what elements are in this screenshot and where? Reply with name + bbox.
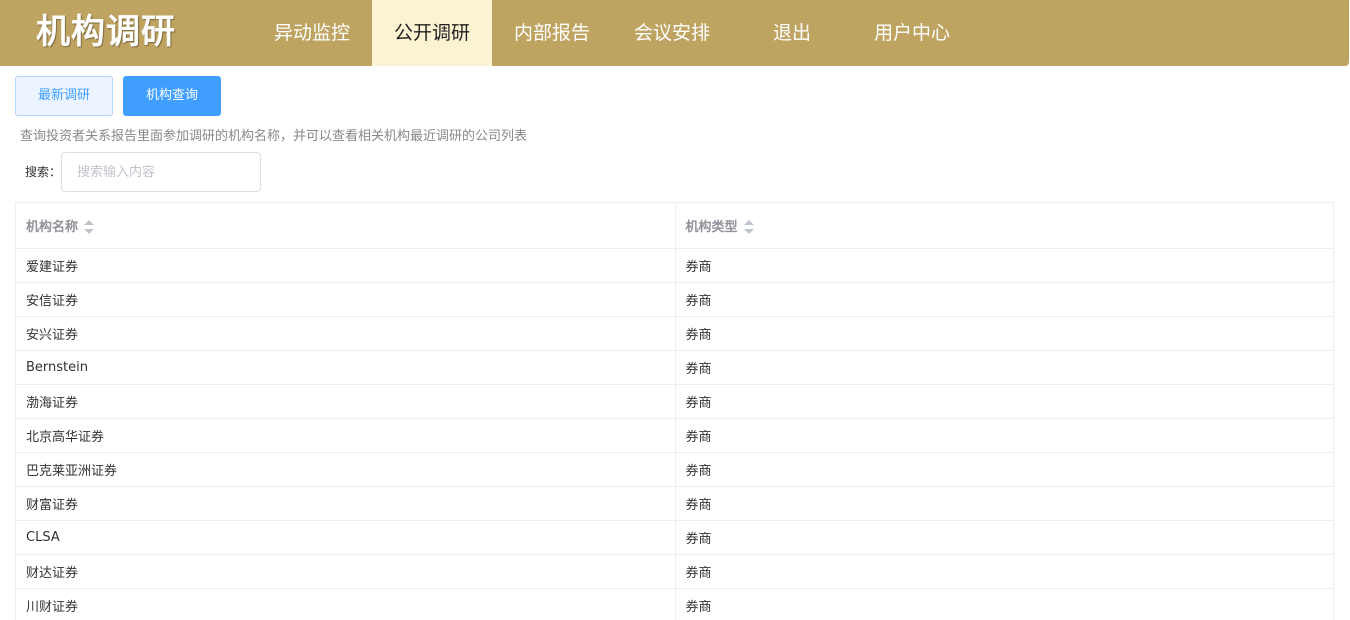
- nav-item-logout[interactable]: 退出: [732, 0, 852, 66]
- table-row[interactable]: 巴克莱亚洲证券 券商: [16, 452, 1333, 487]
- institution-type-cell: 券商: [675, 384, 1333, 419]
- nav-item-public-research[interactable]: 公开调研: [372, 0, 492, 66]
- institution-name-cell: Bernstein: [16, 350, 676, 385]
- institution-type-cell: 券商: [675, 486, 1333, 521]
- top-navigation-bar: 机构调研 异动监控 公开调研 内部报告 会议安排 退出 用户中心: [0, 0, 1349, 66]
- table-row[interactable]: 川财证券 券商: [16, 588, 1333, 620]
- institution-type-cell: 券商: [675, 452, 1333, 487]
- sort-icon[interactable]: [743, 220, 754, 235]
- nav-item-user-center[interactable]: 用户中心: [852, 0, 972, 66]
- latest-research-button[interactable]: 最新调研: [15, 76, 113, 116]
- institution-type-cell: 券商: [675, 418, 1333, 453]
- main-nav: 异动监控 公开调研 内部报告 会议安排 退出 用户中心: [252, 0, 972, 66]
- institution-name-cell: 川财证券: [16, 588, 676, 620]
- column-header-type[interactable]: 机构类型: [675, 203, 1333, 249]
- institution-name-cell: 巴克莱亚洲证券: [16, 452, 676, 487]
- table-row[interactable]: Bernstein 券商: [16, 350, 1333, 385]
- table-row[interactable]: 渤海证券 券商: [16, 384, 1333, 419]
- sort-icon[interactable]: [84, 220, 95, 235]
- institution-type-cell: 券商: [675, 350, 1333, 385]
- search-label: 搜索：: [25, 165, 62, 179]
- column-header-name[interactable]: 机构名称: [16, 203, 676, 249]
- institution-name-cell: 北京高华证券: [16, 418, 676, 453]
- table-row[interactable]: 北京高华证券 券商: [16, 418, 1333, 453]
- search-input[interactable]: [61, 152, 261, 192]
- institution-type-cell: 券商: [675, 248, 1333, 283]
- table-row[interactable]: 安信证券 券商: [16, 282, 1333, 317]
- table-row[interactable]: 安兴证券 券商: [16, 316, 1333, 351]
- institution-type-cell: 券商: [675, 282, 1333, 317]
- table-row[interactable]: 财富证券 券商: [16, 486, 1333, 521]
- institution-table: 机构名称 机构类型 爱建证券 券商 安信证券 券商 安兴证券 券商 Bernstein…: [15, 202, 1334, 620]
- nav-item-meeting[interactable]: 会议安排: [612, 0, 732, 66]
- page-description: 查询投资者关系报告里面参加调研的机构名称，并可以查看相关机构最近调研的公司列表: [20, 129, 528, 144]
- institution-type-cell: 券商: [675, 316, 1333, 351]
- institution-name-cell: 渤海证券: [16, 384, 676, 419]
- institution-query-button[interactable]: 机构查询: [123, 76, 221, 116]
- institution-name-cell: 财达证券: [16, 554, 676, 589]
- table-row[interactable]: CLSA 券商: [16, 520, 1333, 555]
- brand-logo: 机构调研: [36, 12, 176, 52]
- institution-type-cell: 券商: [675, 554, 1333, 589]
- institution-name-cell: 安信证券: [16, 282, 676, 317]
- nav-item-internal-report[interactable]: 内部报告: [492, 0, 612, 66]
- table-header-row: 机构名称 机构类型: [16, 203, 1333, 249]
- institution-type-cell: 券商: [675, 588, 1333, 620]
- institution-name-cell: 安兴证券: [16, 316, 676, 351]
- institution-name-cell: 财富证券: [16, 486, 676, 521]
- institution-name-cell: 爱建证券: [16, 248, 676, 283]
- nav-item-monitor[interactable]: 异动监控: [252, 0, 372, 66]
- institution-name-cell: CLSA: [16, 520, 676, 555]
- table-row[interactable]: 爱建证券 券商: [16, 248, 1333, 283]
- table-row[interactable]: 财达证券 券商: [16, 554, 1333, 589]
- institution-type-cell: 券商: [675, 520, 1333, 555]
